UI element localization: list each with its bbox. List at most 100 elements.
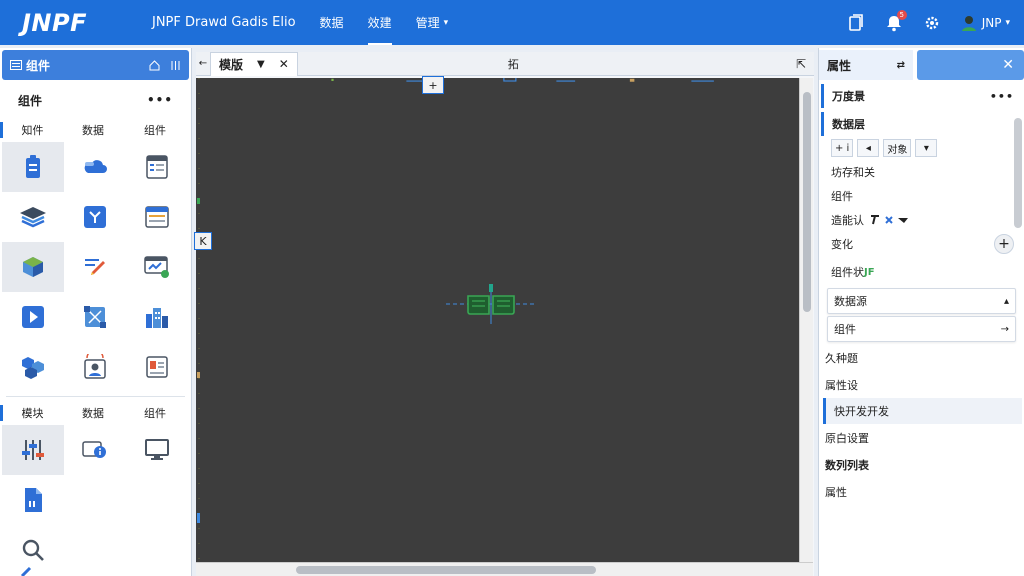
hex-cluster-icon: [22, 357, 44, 379]
nav-item-data[interactable]: 数据: [320, 0, 344, 45]
property-row[interactable]: 造能认: [819, 208, 1024, 232]
book-icon[interactable]: [446, 284, 536, 324]
toolbar-label[interactable]: 拓: [508, 56, 519, 72]
chevron-down-icon: ▾: [443, 17, 449, 28]
close-panel-button[interactable]: ✕: [917, 50, 1024, 80]
property-item[interactable]: 属性: [819, 478, 1024, 505]
status-tag: JF: [864, 266, 875, 278]
chevron-down-icon: ▾: [1005, 17, 1010, 28]
properties-scrollbar[interactable]: [1014, 118, 1022, 228]
component-item[interactable]: [126, 292, 188, 342]
canvas-handle-left[interactable]: K: [194, 232, 212, 250]
arrow-right-icon[interactable]: →: [1001, 324, 1009, 335]
component-item[interactable]: [64, 292, 126, 342]
component-item[interactable]: [2, 342, 64, 392]
horizontal-scrollbar[interactable]: [196, 562, 813, 576]
add-button[interactable]: +: [994, 234, 1014, 254]
swap-icon[interactable]: ⇄: [897, 60, 905, 71]
table-icon: [145, 206, 169, 228]
add-index-button[interactable]: + i: [831, 139, 854, 157]
component-panel-header: 组件: [2, 50, 189, 80]
property-item[interactable]: 久种题: [819, 344, 1024, 371]
category-tab-6[interactable]: 组件: [124, 405, 186, 421]
caret-down-icon[interactable]: ▼: [257, 59, 265, 70]
component-categories: 知件 数据 组件: [0, 118, 191, 142]
gear-icon[interactable]: [922, 13, 942, 33]
info-screen-icon: [82, 441, 106, 458]
property-row[interactable]: 坊存和关: [819, 160, 1024, 184]
component-item[interactable]: [64, 342, 126, 392]
component-grid: [2, 142, 191, 392]
vertical-scrollbar[interactable]: [799, 78, 813, 562]
scroll-thumb[interactable]: [803, 92, 811, 312]
style-icons[interactable]: [870, 215, 914, 225]
property-item[interactable]: 数列列表: [819, 451, 1024, 478]
design-canvas[interactable]: + K: [194, 76, 799, 562]
component-item[interactable]: [2, 142, 64, 192]
nav-item-build[interactable]: 效建: [367, 0, 392, 45]
nav-item-manage[interactable]: 管理 ▾: [416, 0, 449, 45]
category-tab-2[interactable]: 数据: [62, 122, 124, 138]
home-icon[interactable]: [149, 59, 160, 71]
category-tab-3[interactable]: 组件: [124, 122, 186, 138]
property-row[interactable]: 组件状 JF: [819, 260, 1024, 284]
building-icon: [146, 308, 168, 328]
category-tab-1[interactable]: 知件: [0, 122, 62, 138]
columns-icon[interactable]: [170, 60, 181, 71]
design-area: ← 模版 ▼ ✕ 拓 ⇱ + K: [194, 51, 814, 576]
component-item[interactable]: [126, 142, 188, 192]
component-item[interactable]: [64, 192, 126, 242]
section-header: 万度景 •••: [821, 84, 1024, 108]
properties-header: 属性 ⇄ ✕: [819, 50, 1024, 80]
property-item-active[interactable]: 快开发开发: [823, 398, 1022, 424]
component-item[interactable]: [2, 192, 64, 242]
component-item[interactable]: [64, 142, 126, 192]
back-icon[interactable]: ←: [196, 58, 210, 69]
document-icon[interactable]: [846, 13, 866, 33]
component-item[interactable]: [2, 475, 64, 525]
canvas-handle-top[interactable]: +: [422, 76, 444, 94]
app-logo[interactable]: JNPF: [22, 9, 152, 37]
category-tab-5[interactable]: 数据: [62, 405, 124, 421]
monitor-icon: [145, 439, 169, 460]
component-card[interactable]: 组件 →: [827, 316, 1016, 342]
section-header: 数据层: [821, 112, 1024, 136]
component-item[interactable]: [64, 425, 126, 475]
more-icon[interactable]: •••: [147, 93, 173, 107]
category-tab-4[interactable]: 模块: [0, 405, 62, 421]
property-item[interactable]: 原白设置: [819, 424, 1024, 451]
component-item[interactable]: [64, 242, 126, 292]
component-item[interactable]: [126, 425, 188, 475]
user-menu[interactable]: JNP ▾: [960, 14, 1010, 32]
prev-button[interactable]: ◂: [857, 139, 880, 157]
bell-icon[interactable]: 5: [884, 9, 907, 33]
file-icon: [25, 488, 42, 512]
component-panel-title: 组件: [26, 58, 51, 73]
more-icon[interactable]: •••: [990, 90, 1014, 103]
component-item[interactable]: [126, 342, 188, 392]
component-item[interactable]: [2, 292, 64, 342]
datasource-card[interactable]: 数据源 ▴: [827, 288, 1016, 314]
property-item[interactable]: 属性设: [819, 371, 1024, 398]
tab-template[interactable]: 模版 ▼ ✕: [210, 51, 298, 76]
edit-icon: [85, 259, 105, 275]
down-arrow-box-icon: [84, 206, 106, 228]
object-button[interactable]: 对象: [883, 139, 912, 157]
fullscreen-icon[interactable]: ⇱: [796, 57, 806, 71]
component-item[interactable]: [2, 242, 64, 292]
component-item[interactable]: [2, 425, 64, 475]
scroll-thumb[interactable]: [296, 566, 596, 574]
list-form-icon: [146, 155, 168, 179]
property-row[interactable]: 组件: [819, 184, 1024, 208]
component-item[interactable]: [126, 242, 188, 292]
expand-icon[interactable]: ▴: [1004, 296, 1009, 307]
close-icon: ✕: [1002, 57, 1014, 73]
close-icon[interactable]: ✕: [279, 57, 289, 71]
component-item[interactable]: [126, 192, 188, 242]
tab-properties[interactable]: 属性 ⇄: [819, 50, 913, 80]
avatar: [961, 15, 976, 31]
dropdown-button[interactable]: ▾: [915, 139, 938, 157]
expand-box-icon: [84, 306, 106, 328]
property-row[interactable]: 变化 +: [819, 232, 1024, 256]
play-icon: [22, 306, 44, 328]
